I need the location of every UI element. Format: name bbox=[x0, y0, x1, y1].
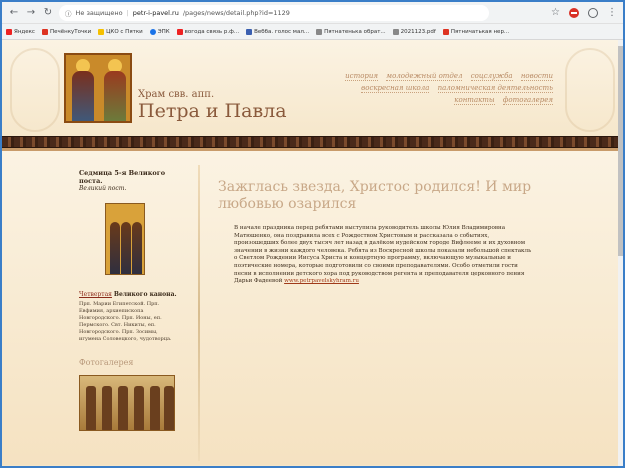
bookmark-favicon-icon bbox=[149, 28, 156, 35]
page-scrollbar[interactable] bbox=[618, 40, 623, 466]
article-body: В начале праздника перед ребятами выступ… bbox=[234, 225, 534, 286]
address-bar[interactable]: ⓘ Не защищено | petr-i-pavel.ru/pages/ne… bbox=[59, 4, 489, 21]
nav-contacts[interactable]: контакты bbox=[454, 96, 495, 105]
forward-arrow-icon[interactable]: → bbox=[25, 7, 37, 19]
nav-youth[interactable]: молодежный отдел bbox=[386, 72, 463, 81]
bookmark-favicon-icon bbox=[246, 28, 253, 35]
page-body: Седмица 5-я Великого поста. Великий пост… bbox=[2, 151, 623, 465]
gallery-thumbnail[interactable] bbox=[79, 375, 175, 431]
bookmark-item[interactable]: 2021123.pdf bbox=[392, 28, 436, 35]
url-path: /pages/news/detail.php?id=1129 bbox=[182, 8, 290, 17]
bookmarks-bar: Яндекс ПечёнкуТочки ЦКО с Пятки ЭПК вого… bbox=[2, 24, 623, 40]
apostles-icon-image[interactable] bbox=[64, 53, 132, 123]
security-label: Не защищено bbox=[75, 8, 123, 17]
calendar-saints-text: Прп. Марии Египетской. Прп. Евфимия, арх… bbox=[79, 301, 172, 342]
calendar-title: Седмица 5-я Великого поста. bbox=[79, 169, 166, 185]
article-text: В начале праздника перед ребятами выступ… bbox=[234, 225, 532, 285]
site-header: Храм свв. апп. Петра и Павла история мол… bbox=[2, 40, 623, 136]
ornamental-band bbox=[2, 136, 623, 148]
site-title-small: Храм свв. апп. bbox=[138, 89, 215, 100]
site-title-big: Петра и Павла bbox=[138, 100, 287, 122]
article-headline: Зажглась звезда, Христос родился! И мир … bbox=[218, 179, 532, 212]
day-link[interactable]: Четвертая bbox=[79, 291, 112, 298]
browser-toolbar: ← → ↻ ⓘ Не защищено | petr-i-pavel.ru/pa… bbox=[2, 2, 623, 24]
bookmark-item[interactable]: ЭПК bbox=[149, 28, 170, 35]
bookmark-item[interactable]: вогода связь р.ф... bbox=[176, 28, 239, 35]
browser-window: ← → ↻ ⓘ Не защищено | petr-i-pavel.ru/pa… bbox=[0, 0, 625, 468]
bookmark-item[interactable]: Вебба. голос мал... bbox=[246, 28, 309, 35]
bookmark-favicon-icon bbox=[6, 28, 12, 35]
profile-icon[interactable] bbox=[588, 7, 598, 18]
url-separator: | bbox=[126, 8, 129, 17]
day-title: Великого канона. bbox=[113, 291, 177, 298]
saints-icon-image[interactable] bbox=[105, 203, 145, 275]
back-arrow-icon[interactable]: ← bbox=[8, 7, 20, 19]
bookmark-favicon-icon bbox=[392, 28, 399, 35]
calendar-subtitle: Великий пост. bbox=[79, 185, 127, 192]
article-link[interactable]: www.petrpavelskyhram.ru bbox=[284, 278, 359, 284]
bookmark-favicon-icon bbox=[176, 28, 183, 35]
bookmark-favicon-icon bbox=[41, 28, 48, 35]
nav-news[interactable]: новости bbox=[520, 72, 553, 81]
web-page: Храм свв. апп. Петра и Павла история мол… bbox=[2, 40, 623, 466]
bookmark-item[interactable]: Пятничатькая нер... bbox=[442, 28, 509, 35]
bookmark-favicon-icon bbox=[316, 28, 323, 35]
menu-kebab-icon[interactable]: ⋮ bbox=[607, 7, 617, 18]
main-navigation: история молодежный отдел соцслужба новос… bbox=[323, 70, 553, 106]
bookmark-star-icon[interactable]: ☆ bbox=[551, 7, 560, 18]
bookmark-item[interactable]: Пятнатенька обрат... bbox=[316, 28, 386, 35]
nav-social[interactable]: соцслужба bbox=[470, 72, 513, 81]
nav-sunday-school[interactable]: воскресная школа bbox=[361, 84, 430, 93]
nav-history[interactable]: история bbox=[345, 72, 379, 81]
column-divider bbox=[198, 165, 200, 461]
article: Зажглась звезда, Христос родился! И мир … bbox=[218, 179, 548, 286]
sidebar: Седмица 5-я Великого поста. Великий пост… bbox=[79, 169, 179, 431]
nav-gallery[interactable]: фотогалерея bbox=[502, 96, 553, 105]
adblock-extension-icon[interactable] bbox=[569, 7, 579, 18]
bookmark-item[interactable]: ПечёнкуТочки bbox=[41, 28, 91, 35]
calendar-day: Четвертая Великого канона. bbox=[79, 291, 179, 299]
reload-icon[interactable]: ↻ bbox=[42, 7, 54, 19]
bookmark-favicon-icon bbox=[442, 28, 449, 35]
gallery-title[interactable]: Фотогалерея bbox=[79, 359, 179, 367]
bookmark-favicon-icon bbox=[98, 28, 105, 35]
info-icon[interactable]: ⓘ bbox=[65, 8, 72, 18]
scrollbar-thumb[interactable] bbox=[618, 46, 623, 256]
site-title[interactable]: Храм свв. апп. Петра и Павла bbox=[138, 90, 287, 121]
bookmark-item[interactable]: Яндекс bbox=[6, 28, 35, 35]
nav-pilgrimage[interactable]: паломническая деятельность bbox=[437, 84, 553, 93]
url-host: petr-i-pavel.ru bbox=[132, 8, 179, 17]
bookmark-item[interactable]: ЦКО с Пятки bbox=[98, 28, 143, 35]
